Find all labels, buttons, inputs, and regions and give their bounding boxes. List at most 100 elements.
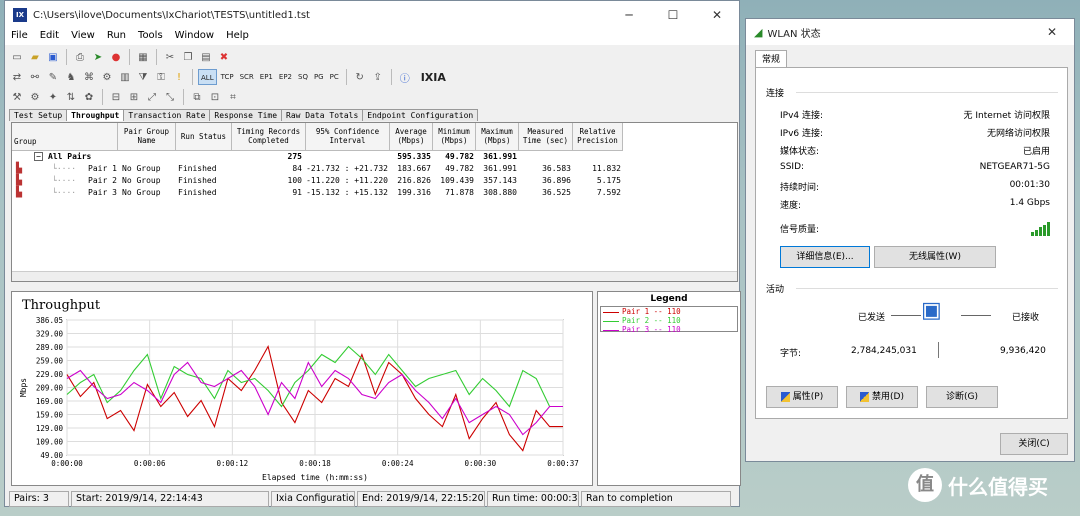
runner-icon[interactable]: ♞ xyxy=(63,69,79,85)
collapse-toggle[interactable]: − xyxy=(34,152,43,161)
col-maximum[interactable]: Maximum (Mbps) xyxy=(476,123,519,151)
ixchariot-window: IX C:\Users\ilove\Documents\IxChariot\TE… xyxy=(4,0,741,507)
filter-icon[interactable]: ⧩ xyxy=(135,69,151,85)
disable-button[interactable]: 禁用(D) xyxy=(846,386,918,408)
lock-icon[interactable]: ⚿ xyxy=(153,69,169,85)
minimize-button[interactable]: ─ xyxy=(607,1,651,29)
pair-records: 84 xyxy=(292,164,302,173)
info-row: 媒体状态: 已启用 xyxy=(780,147,1050,157)
filter-ep2[interactable]: EP2 xyxy=(277,69,294,85)
cut-icon[interactable]: ✂ xyxy=(162,49,178,65)
warning-icon[interactable]: ! xyxy=(171,69,187,85)
col-average[interactable]: Average (Mbps) xyxy=(390,123,433,151)
multicast-icon[interactable]: ⚯ xyxy=(27,69,43,85)
zoom-out-icon[interactable]: ⤡ xyxy=(162,89,178,105)
script-icon[interactable]: ✦ xyxy=(45,89,61,105)
save-icon[interactable]: ▣ xyxy=(45,49,61,65)
wireless-properties-button[interactable]: 无线属性(W) xyxy=(874,246,996,268)
col-run-status[interactable]: Run Status xyxy=(176,123,232,151)
network-icon[interactable]: ⌘ xyxy=(81,69,97,85)
details-button[interactable]: 详细信息(E)... xyxy=(780,246,870,268)
filter-ep1[interactable]: EP1 xyxy=(258,69,275,85)
stop-icon[interactable]: ● xyxy=(108,49,124,65)
status-end: End: 2019/9/14, 22:15:20 xyxy=(357,491,485,507)
legend-item-pair-1[interactable]: Pair 1 -- 110 xyxy=(603,307,737,316)
window-title: C:\Users\ilove\Documents\IxChariot\TESTS… xyxy=(33,9,310,21)
collapse-icon[interactable]: ⊟ xyxy=(108,89,124,105)
tab-response-time[interactable]: Response Time xyxy=(209,109,283,121)
export-icon[interactable]: ⇪ xyxy=(370,69,386,85)
filter-all[interactable]: ALL xyxy=(198,69,217,85)
legend-title: Legend xyxy=(650,294,688,304)
toolbar-pairs: ⇄ ⚯ ✎ ♞ ⌘ ⚙ ▥ ⧩ ⚿ ! ALL TCP SCR EP1 EP2 … xyxy=(9,67,446,87)
tab-endpoint-configuration[interactable]: Endpoint Configuration xyxy=(362,109,479,121)
menu-help[interactable]: Help xyxy=(220,29,255,45)
col-measured-time[interactable]: Measured Time (sec) xyxy=(519,123,573,151)
tile-icon[interactable]: ⊡ xyxy=(207,89,223,105)
diagnose-button[interactable]: 诊断(G) xyxy=(926,386,998,408)
open-icon[interactable]: ▰ xyxy=(27,49,43,65)
tab-raw-data-totals[interactable]: Raw Data Totals xyxy=(281,109,364,121)
info-icon[interactable]: ⓘ xyxy=(397,69,413,85)
menu-window[interactable]: Window xyxy=(169,29,220,45)
menu-view[interactable]: View xyxy=(65,29,101,45)
tools-icon[interactable]: ⚙ xyxy=(27,89,43,105)
menu-edit[interactable]: Edit xyxy=(34,29,65,45)
wlan-close-button[interactable]: ✕ xyxy=(1030,18,1074,46)
print-icon[interactable]: ⎙ xyxy=(72,49,88,65)
tab-transaction-rate[interactable]: Transaction Rate xyxy=(123,109,211,121)
legend-item-pair-3[interactable]: Pair 3 -- 110 xyxy=(603,325,737,334)
pair-ci: -11.220 : +11.220 xyxy=(306,176,388,185)
sort-icon[interactable]: ⇅ xyxy=(63,89,79,105)
bar-chart-icon[interactable]: ▥ xyxy=(117,69,133,85)
col-timing-records[interactable]: Timing Records Completed xyxy=(232,123,306,151)
col-group[interactable]: Group xyxy=(12,123,118,151)
filter-pc[interactable]: PC xyxy=(328,69,341,85)
col-confidence[interactable]: 95% Confidence Interval xyxy=(306,123,390,151)
info-row: SSID: NETGEAR71-5G xyxy=(780,162,1050,172)
all-pairs-label[interactable]: All Pairs xyxy=(48,151,91,163)
new-icon[interactable]: ▭ xyxy=(9,49,25,65)
x-tick-label: 0:00:06 xyxy=(134,459,166,468)
menu-file[interactable]: File xyxy=(5,29,34,45)
y-tick-label: 109.00 xyxy=(36,438,64,447)
filter-sq[interactable]: SQ xyxy=(296,69,310,85)
copy-icon[interactable]: ❐ xyxy=(180,49,196,65)
fit-icon[interactable]: ⌗ xyxy=(225,89,241,105)
col-pair-group-name[interactable]: Pair Group Name xyxy=(118,123,176,151)
horizontal-scrollbar[interactable] xyxy=(12,271,737,281)
properties-button[interactable]: 属性(P) xyxy=(766,386,838,408)
tab-throughput[interactable]: Throughput xyxy=(66,109,125,121)
expand-icon[interactable]: ⊞ xyxy=(126,89,142,105)
close-dialog-button[interactable]: 关闭(C) xyxy=(1000,433,1068,455)
delete-icon[interactable]: ✖ xyxy=(216,49,232,65)
filter-scr[interactable]: SCR xyxy=(238,69,256,85)
throughput-chart-pane: Throughput 386.05 329.00 289.00 259.00 229.00… xyxy=(11,291,593,486)
col-minimum[interactable]: Minimum (Mbps) xyxy=(433,123,476,151)
arrange-icon[interactable]: ⧉ xyxy=(189,89,205,105)
paste-icon[interactable]: ▤ xyxy=(198,49,214,65)
tree-line: └···· xyxy=(52,176,77,185)
add-pair-icon[interactable]: ⇄ xyxy=(9,69,25,85)
view-icon[interactable]: ▦ xyxy=(135,49,151,65)
run-icon[interactable]: ➤ xyxy=(90,49,106,65)
legend-item-pair-2[interactable]: Pair 2 -- 110 xyxy=(603,316,737,325)
watermark: 值 什么值得买 xyxy=(908,468,1048,502)
filter-tcp[interactable]: TCP xyxy=(219,69,236,85)
status-start: Start: 2019/9/14, 22:14:43 xyxy=(71,491,269,507)
chart-icon[interactable]: ✿ xyxy=(81,89,97,105)
edit-pair-icon[interactable]: ✎ xyxy=(45,69,61,85)
refresh-icon[interactable]: ↻ xyxy=(352,69,368,85)
maximize-button[interactable]: ☐ xyxy=(651,1,695,29)
col-relative-precision[interactable]: Relative Precision xyxy=(573,123,623,151)
pair-config-icon[interactable]: ⚙ xyxy=(99,69,115,85)
tab-general[interactable]: 常规 xyxy=(755,50,787,68)
filter-pg[interactable]: PG xyxy=(312,69,326,85)
pair-group: No Group xyxy=(122,176,161,185)
close-button[interactable]: ✕ xyxy=(695,1,739,29)
group-icon[interactable]: ⚒ xyxy=(9,89,25,105)
menu-tools[interactable]: Tools xyxy=(132,29,169,45)
tab-test-setup[interactable]: Test Setup xyxy=(9,109,68,121)
menu-run[interactable]: Run xyxy=(101,29,132,45)
zoom-in-icon[interactable]: ⤢ xyxy=(144,89,160,105)
